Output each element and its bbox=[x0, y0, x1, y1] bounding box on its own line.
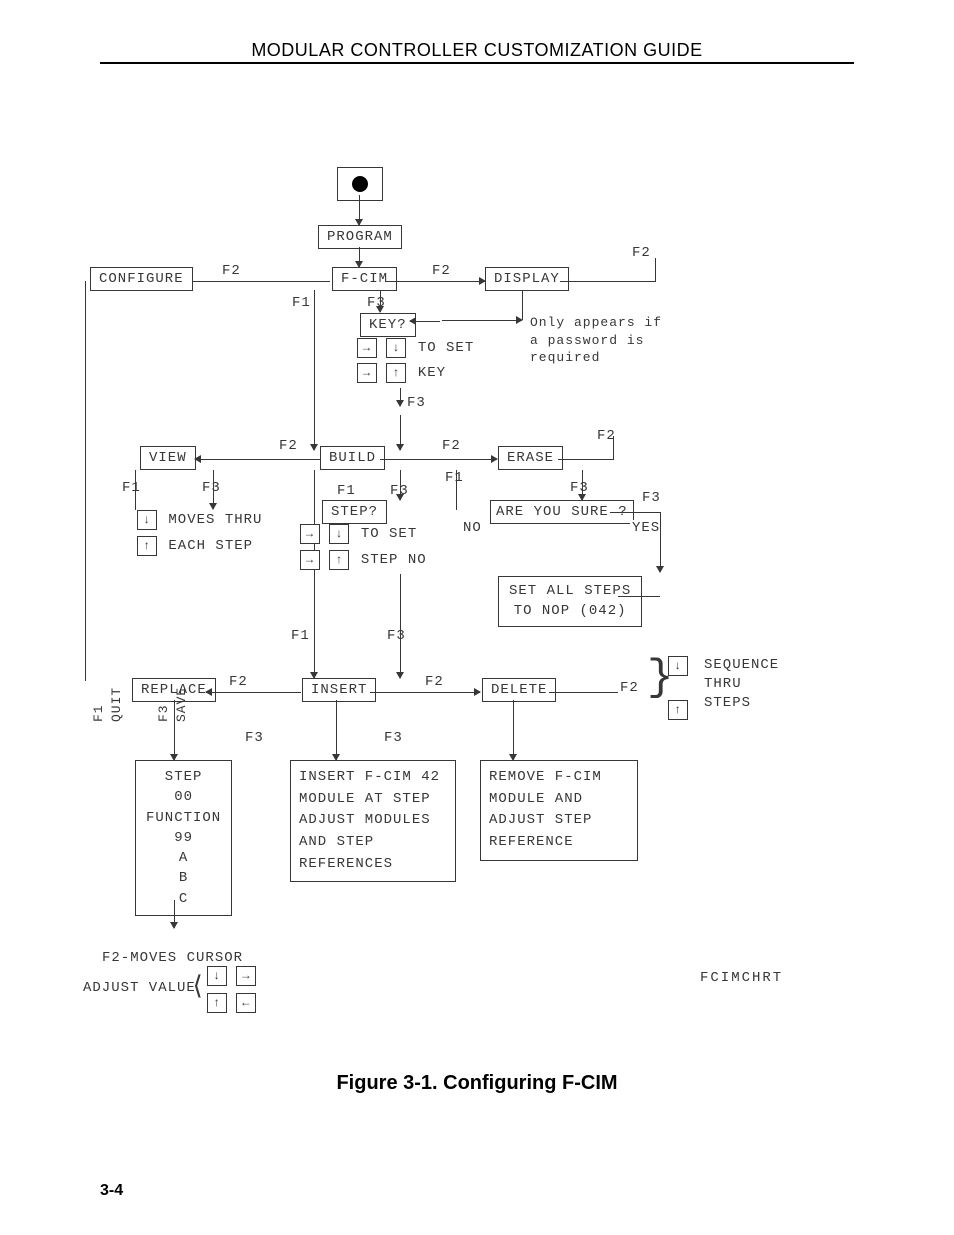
brace-icon: ⟨ bbox=[190, 980, 207, 996]
key-f2: F2 bbox=[423, 674, 446, 690]
key-f2: F2 bbox=[227, 674, 250, 690]
display-box: DISPLAY bbox=[485, 267, 569, 291]
fcim-box: F-CIM bbox=[332, 267, 397, 291]
key-f3: F3 bbox=[200, 480, 223, 496]
header-rule bbox=[100, 62, 854, 64]
build-box: BUILD bbox=[320, 446, 385, 470]
cursor-label: F2-MOVES CURSOR bbox=[102, 950, 243, 966]
down-arrow-icon: ↑ bbox=[668, 700, 688, 720]
key-f1: F1 bbox=[120, 480, 143, 496]
program-box: PROGRAM bbox=[318, 225, 402, 249]
set-to-set: → ↓ TO SET bbox=[357, 338, 476, 358]
key-f3: F3 bbox=[382, 730, 405, 746]
step-no: → ↑ STEP NO bbox=[300, 550, 429, 570]
key-f2: F2 bbox=[277, 438, 300, 454]
arrow-keys: ↓ → bbox=[207, 966, 256, 986]
key-q: KEY? bbox=[360, 313, 416, 337]
delete-box: DELETE bbox=[482, 678, 556, 702]
each-step: ↑ EACH STEP bbox=[137, 536, 255, 556]
key-f1: F1 bbox=[290, 295, 313, 311]
brace-icon: } bbox=[647, 656, 674, 700]
key-f1: F1 bbox=[443, 470, 466, 486]
key-f3: F3 bbox=[243, 730, 266, 746]
step-q: STEP? bbox=[322, 500, 387, 524]
page-number: 3-4 bbox=[100, 1182, 123, 1200]
figure-code: FCIMCHRT bbox=[700, 970, 783, 986]
arrow-keys: ↑ ← bbox=[207, 993, 256, 1013]
key-f2: F2 bbox=[630, 245, 653, 261]
key-f2: F2 bbox=[595, 428, 618, 444]
delete-block: REMOVE F-CIM MODULE AND ADJUST STEP REFE… bbox=[480, 760, 638, 861]
password-note: Only appears if a password is required bbox=[530, 314, 662, 367]
moves-thru: ↓ MOVES THRU bbox=[137, 510, 264, 530]
running-header: MODULAR CONTROLLER CUSTOMIZATION GUIDE bbox=[100, 40, 854, 61]
figure-caption: Figure 3-1. Configuring F-CIM bbox=[0, 1072, 954, 1095]
set-to-set2: → ↓ TO SET bbox=[300, 524, 419, 544]
set-key: → ↑ KEY bbox=[357, 363, 448, 383]
key-f2: F2 bbox=[220, 263, 243, 279]
key-f2: F2 bbox=[430, 263, 453, 279]
key-f2: F2 bbox=[618, 680, 641, 696]
configure-box: CONFIGURE bbox=[90, 267, 193, 291]
view-box: VIEW bbox=[140, 446, 196, 470]
erase-box: ERASE bbox=[498, 446, 563, 470]
no-label: NO bbox=[461, 520, 484, 536]
yes-label: YES bbox=[630, 520, 662, 536]
insert-block: INSERT F-CIM 42 MODULE AT STEP ADJUST MO… bbox=[290, 760, 456, 882]
key-f3: F3 bbox=[385, 628, 408, 644]
key-f1: F1 bbox=[335, 483, 358, 499]
key-f1: F1 bbox=[289, 628, 312, 644]
key-f2: F2 bbox=[440, 438, 463, 454]
adjust-label: ADJUST VALUE bbox=[83, 980, 196, 996]
key-f3: F3 bbox=[640, 490, 663, 506]
step-block: STEP 00 FUNCTION 99 A B C bbox=[135, 760, 232, 916]
setall-box: SET ALL STEPS TO NOP (042) bbox=[498, 576, 642, 627]
f1-quit: F1 QUIT bbox=[90, 687, 125, 722]
insert-box: INSERT bbox=[302, 678, 376, 702]
sequence-label: SEQUENCE THRU STEPS bbox=[704, 656, 779, 713]
key-f3: F3 bbox=[405, 395, 428, 411]
start-dot bbox=[352, 176, 368, 192]
f3-save: F3 SAVE bbox=[155, 687, 190, 722]
